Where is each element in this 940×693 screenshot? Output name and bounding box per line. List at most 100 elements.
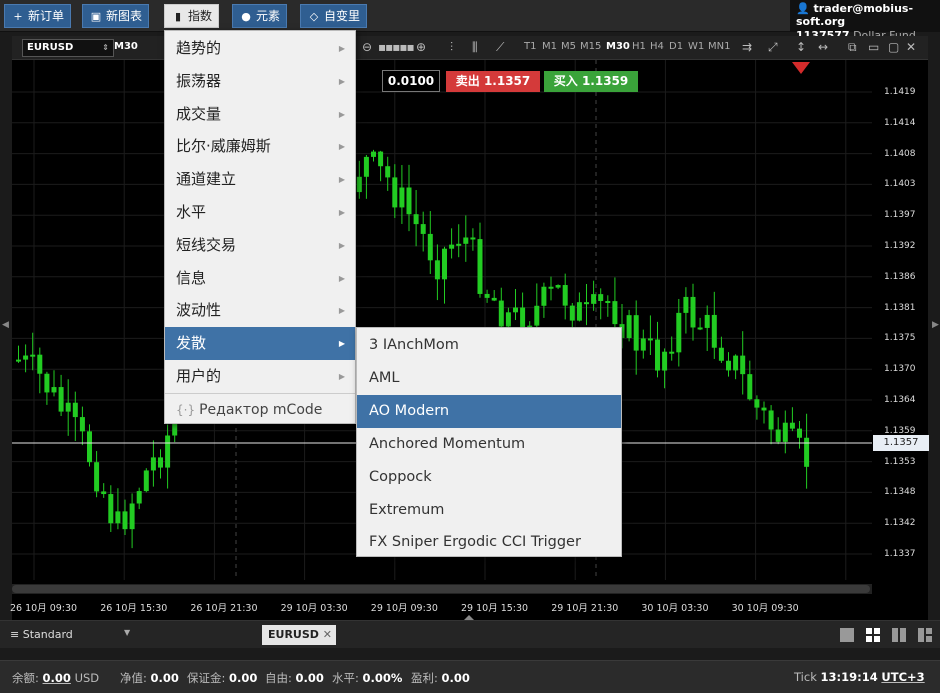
indicator-category-item[interactable]: 水平 ▶ bbox=[165, 196, 355, 229]
price-tick-label: 1.1386 bbox=[884, 271, 916, 282]
scroll-thumb[interactable] bbox=[12, 585, 870, 593]
chevron-down-icon[interactable]: ▼ bbox=[124, 628, 130, 637]
time-tick-label: 29 10月 09:30 bbox=[370, 603, 438, 614]
candle-body bbox=[37, 354, 43, 374]
candle-body bbox=[356, 176, 362, 193]
candle-body bbox=[690, 296, 696, 328]
tf-m5[interactable]: M5 bbox=[561, 41, 576, 52]
bar-type-icon[interactable]: ⫶ bbox=[450, 40, 453, 55]
popout-icon[interactable]: ⧉ bbox=[848, 40, 857, 55]
current-bar-marker-icon bbox=[792, 62, 810, 74]
divergence-indicator-item[interactable]: AO Modern bbox=[357, 394, 621, 428]
submenu-arrow-icon: ▶ bbox=[338, 109, 345, 119]
symbol-selector[interactable]: EURUSD ⇕ bbox=[22, 39, 114, 57]
maximize-icon[interactable]: ▢ bbox=[888, 40, 899, 54]
zoom-scale-icon[interactable]: ▪▪▪▪▪ bbox=[378, 40, 415, 54]
indicator-category-item[interactable]: 趋势的 ▶ bbox=[165, 32, 355, 65]
layout-single-icon[interactable] bbox=[840, 628, 854, 642]
zoom-out-icon[interactable]: ⊖ bbox=[362, 40, 372, 54]
candle-body bbox=[72, 402, 78, 418]
indicator-category-item[interactable]: 发散 ▶ bbox=[165, 327, 355, 361]
panel-toggle-icon[interactable] bbox=[464, 615, 474, 620]
candle-body bbox=[385, 166, 391, 178]
candles-icon[interactable]: ⫼ bbox=[472, 40, 478, 55]
indicator-category-item[interactable]: 波动性 ▶ bbox=[165, 294, 355, 327]
candle-body bbox=[498, 300, 504, 327]
candle-body bbox=[150, 457, 156, 471]
new-chart-button[interactable]: ▣ 新图表 bbox=[82, 4, 150, 28]
candle-body bbox=[434, 260, 440, 280]
submenu-arrow-icon: ▶ bbox=[338, 372, 345, 381]
time-tick-label: 26 10月 21:30 bbox=[190, 603, 258, 614]
buy-button[interactable]: 买入 1.1359 bbox=[544, 71, 638, 92]
left-collapse-icon[interactable]: ◀ bbox=[2, 320, 9, 330]
timezone-selector[interactable]: UTC+3 bbox=[881, 670, 924, 684]
indicator-category-item[interactable]: 成交量 ▶ bbox=[165, 98, 355, 131]
custom-variables-button[interactable]: ◇ 自变里 bbox=[300, 4, 368, 28]
indicator-category-item[interactable]: 振荡器 ▶ bbox=[165, 65, 355, 98]
candle-body bbox=[640, 338, 646, 351]
divergence-indicator-item[interactable]: FX Sniper Ergodic CCI Trigger bbox=[357, 526, 621, 559]
zoom-in-icon[interactable]: ⊕ bbox=[416, 40, 426, 54]
candle-body bbox=[413, 214, 419, 225]
vertical-resize-icon[interactable]: ↕ bbox=[796, 40, 806, 54]
layout-mixed-icon[interactable] bbox=[918, 628, 932, 642]
candle-body bbox=[726, 360, 731, 371]
chart-scrollbar[interactable] bbox=[12, 584, 872, 594]
divergence-indicator-item[interactable]: Coppock bbox=[357, 461, 621, 494]
candle-body bbox=[626, 315, 632, 339]
submenu-arrow-icon: ▶ bbox=[338, 76, 345, 86]
candle-body bbox=[371, 151, 376, 157]
tf-d1[interactable]: D1 bbox=[669, 41, 683, 52]
tf-m1[interactable]: M1 bbox=[542, 41, 557, 52]
minimize-icon[interactable]: ▭ bbox=[868, 40, 879, 54]
fit-icon[interactable]: ⇉ bbox=[742, 40, 752, 54]
indicator-category-item[interactable]: 短线交易 ▶ bbox=[165, 229, 355, 262]
candle-body bbox=[427, 233, 433, 261]
divergence-indicator-item[interactable]: 3 IAnchMom bbox=[357, 329, 621, 362]
price-tick-label: 1.1337 bbox=[884, 549, 916, 559]
line-chart-icon[interactable]: ⟋ bbox=[496, 40, 504, 55]
divergence-indicator-item[interactable]: Anchored Momentum bbox=[357, 428, 621, 461]
divergence-indicator-item[interactable]: AML bbox=[357, 362, 621, 395]
tf-h4[interactable]: H4 bbox=[650, 41, 664, 52]
elements-button[interactable]: ● 元素 bbox=[232, 4, 288, 28]
horizontal-resize-icon[interactable]: ↔ bbox=[818, 40, 828, 54]
price-tick-label: 1.1419 bbox=[884, 87, 916, 97]
workspace-tabbar: ≡ Standard ▼ EURUSD ✕ bbox=[0, 615, 940, 648]
diamond-icon: ◇ bbox=[309, 10, 319, 23]
price-tick-label: 1.1397 bbox=[884, 210, 916, 221]
sell-button[interactable]: 卖出 1.1357 bbox=[446, 71, 540, 92]
indicator-category-item[interactable]: 通道建立 ▶ bbox=[165, 163, 355, 196]
candle-body bbox=[747, 374, 753, 400]
user-icon: 👤 bbox=[796, 2, 810, 15]
layout-columns-icon[interactable] bbox=[892, 628, 906, 642]
expand-diagonal-icon[interactable]: ⤢ bbox=[768, 40, 778, 55]
account-info[interactable]: 👤 trader@mobius-soft.org 1137577 Dollar … bbox=[790, 0, 940, 42]
price-tick-label: 1.1364 bbox=[884, 395, 916, 405]
right-collapse-icon[interactable]: ▶ bbox=[932, 320, 939, 330]
candle-body bbox=[655, 339, 660, 371]
close-tab-icon[interactable]: ✕ bbox=[323, 625, 332, 645]
tf-t1[interactable]: T1 bbox=[524, 41, 536, 52]
tf-h1[interactable]: H1 bbox=[632, 41, 646, 52]
layout-grid-icon[interactable] bbox=[866, 628, 880, 642]
status-bar: 余额: 0.00 USD 净值: 0.00 保证金: 0.00 自由: 0.00… bbox=[0, 660, 940, 693]
lot-size-input[interactable]: 0.0100 bbox=[382, 70, 440, 92]
indicators-button[interactable]: ▮ 指数 bbox=[164, 4, 220, 28]
mcode-editor-item[interactable]: {⋅} Редактор mCode bbox=[165, 392, 355, 426]
candle-body bbox=[51, 387, 57, 393]
chart-tab-eurusd[interactable]: EURUSD ✕ bbox=[262, 625, 336, 645]
tf-m15[interactable]: M15 bbox=[580, 41, 601, 52]
preset-selector[interactable]: ≡ Standard bbox=[10, 628, 73, 641]
tf-w1[interactable]: W1 bbox=[688, 41, 704, 52]
divergence-indicator-item[interactable]: Extremum bbox=[357, 494, 621, 527]
indicator-category-item[interactable]: 比尔·威廉姆斯 ▶ bbox=[165, 130, 355, 163]
tf-mn1[interactable]: MN1 bbox=[708, 41, 730, 52]
indicator-category-item[interactable]: 信息 ▶ bbox=[165, 262, 355, 295]
tf-m30[interactable]: M30 bbox=[606, 41, 630, 52]
new-order-button[interactable]: + 新订单 bbox=[4, 4, 72, 28]
indicator-category-item[interactable]: 用户的 ▶ bbox=[165, 360, 355, 393]
candle-body bbox=[442, 248, 447, 280]
close-icon[interactable]: ✕ bbox=[906, 40, 916, 54]
